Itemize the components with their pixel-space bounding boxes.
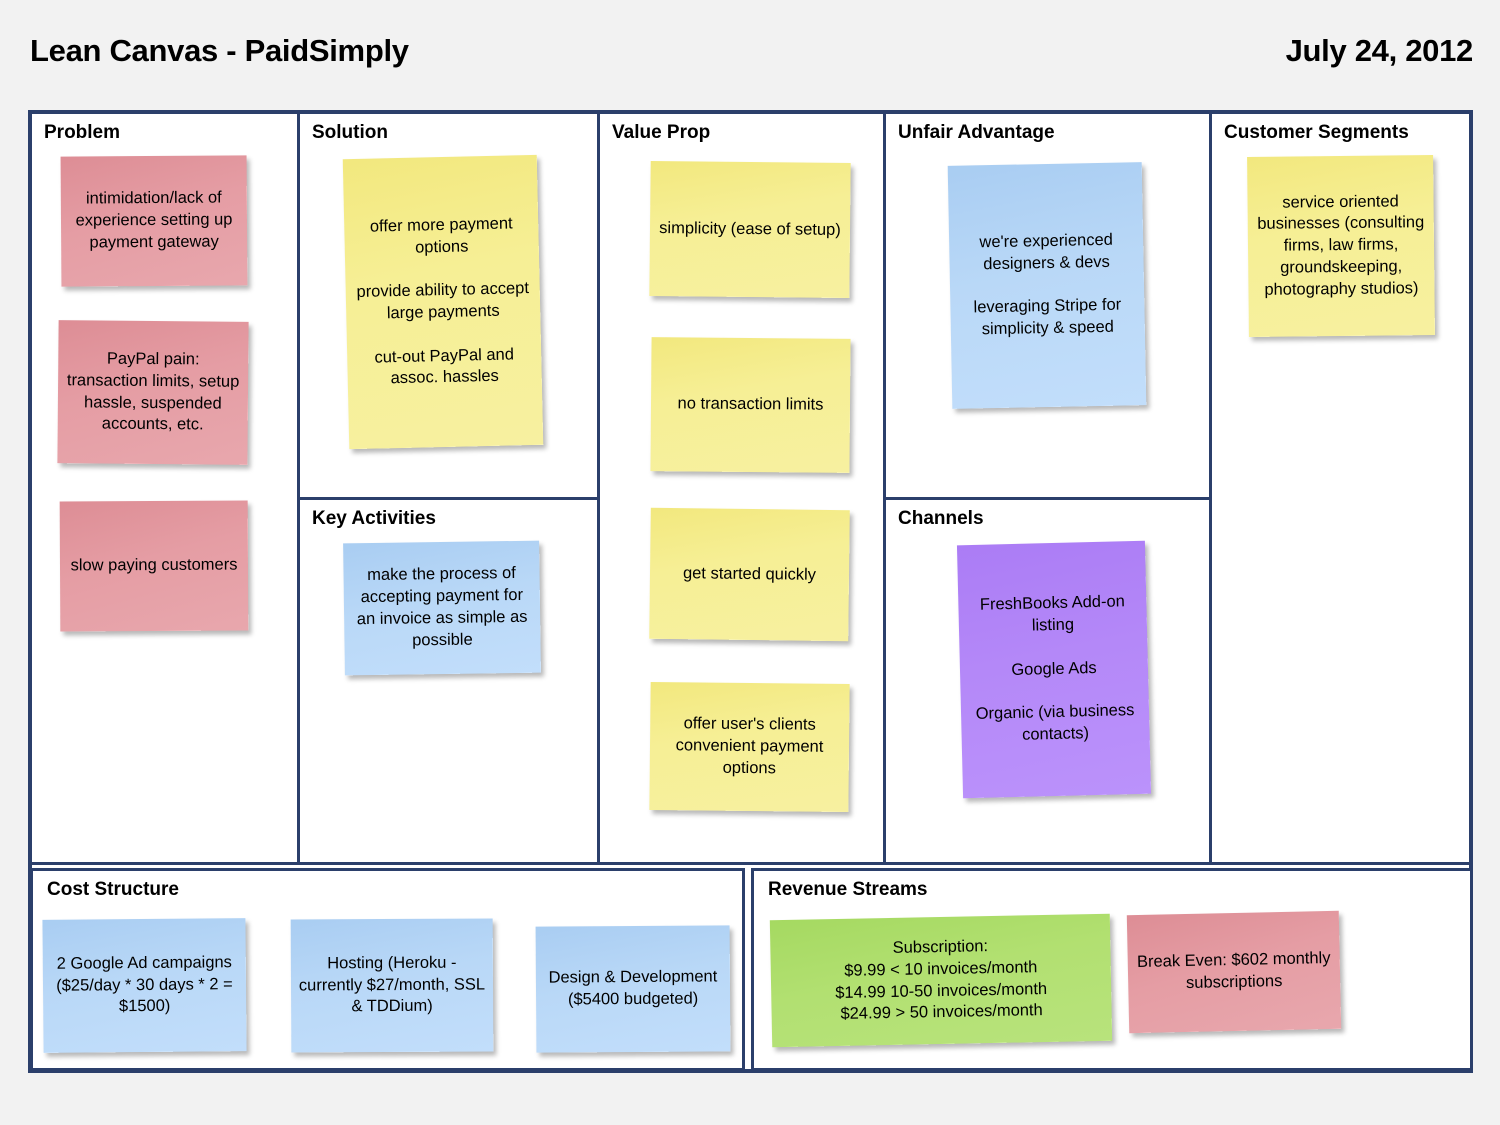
sticky-note[interactable]: Subscription: $9.99 < 10 invoices/month …: [769, 913, 1113, 1048]
sticky-note-text: Break Even: $602 monthly subscriptions: [1136, 949, 1331, 993]
sticky-note[interactable]: offer more payment options provide abili…: [342, 154, 544, 450]
sticky-note[interactable]: simplicity (ease of setup): [649, 160, 851, 299]
sticky-note[interactable]: Break Even: $602 monthly subscriptions: [1126, 910, 1342, 1034]
page-header: Lean Canvas - PaidSimply July 24, 2012: [30, 18, 1473, 84]
sticky-note-text: simplicity (ease of setup): [659, 218, 841, 239]
sticky-note[interactable]: Design & Development ($5400 budgeted): [535, 925, 731, 1053]
section-value-prop: Value Prop simplicity (ease of setup) no…: [600, 114, 883, 862]
sticky-note-text: slow paying customers: [70, 555, 238, 575]
sticky-note-text: offer more payment options provide abili…: [356, 214, 530, 388]
sticky-note[interactable]: FreshBooks Add-on listing Google Ads Org…: [956, 540, 1152, 799]
section-cost-structure: Cost Structure 2 Google Ad campaigns ($2…: [30, 868, 745, 1071]
sticky-note-text: offer user's clients convenient payment …: [675, 714, 824, 778]
sticky-note-text: Subscription: $9.99 < 10 invoices/month …: [835, 937, 1048, 1024]
section-unfair-advantage: Unfair Advantage we're experienced desig…: [886, 114, 1209, 497]
section-customer-segments: Customer Segments service oriented busin…: [1212, 114, 1469, 862]
sticky-note-text: intimidation/lack of experience setting …: [75, 188, 233, 252]
sticky-note[interactable]: slow paying customers: [59, 500, 249, 632]
section-title-unfair-advantage: Unfair Advantage: [898, 122, 1055, 143]
section-problem: Problem intimidation/lack of experience …: [32, 114, 297, 862]
section-title-cost-structure: Cost Structure: [47, 879, 179, 900]
section-channels: Channels FreshBooks Add-on listing Googl…: [886, 500, 1209, 862]
sticky-note-text: get started quickly: [682, 563, 817, 584]
section-title-revenue-streams: Revenue Streams: [768, 879, 928, 900]
section-title-key-activities: Key Activities: [312, 508, 436, 529]
main-bottom-divider: [32, 862, 1469, 865]
sticky-note-text: we're experienced designers & devs lever…: [973, 230, 1122, 339]
sticky-note[interactable]: PayPal pain: transaction limits, setup h…: [57, 320, 249, 465]
sticky-note[interactable]: no transaction limits: [650, 337, 851, 473]
sticky-note-text: make the process of accepting payment fo…: [356, 564, 528, 650]
sticky-note[interactable]: make the process of accepting payment fo…: [343, 540, 541, 676]
section-title-channels: Channels: [898, 508, 984, 529]
sticky-note[interactable]: Hosting (Heroku - currently $27/month, S…: [290, 918, 494, 1053]
sticky-note-text: Hosting (Heroku - currently $27/month, S…: [298, 953, 486, 1016]
page-title: Lean Canvas - PaidSimply: [30, 33, 409, 68]
sticky-note[interactable]: 2 Google Ad campaigns ($25/day * 30 days…: [42, 918, 247, 1053]
page-date: July 24, 2012: [1285, 33, 1474, 68]
sticky-note[interactable]: get started quickly: [649, 507, 850, 642]
section-title-problem: Problem: [44, 122, 121, 143]
section-revenue-streams: Revenue Streams Subscription: $9.99 < 10…: [751, 868, 1473, 1071]
sticky-note-text: Design & Development ($5400 budgeted): [548, 967, 718, 1009]
sticky-note[interactable]: we're experienced designers & devs lever…: [947, 162, 1147, 409]
section-title-value-prop: Value Prop: [612, 122, 711, 143]
sticky-note-text: PayPal pain: transaction limits, setup h…: [66, 349, 240, 434]
section-solution: Solution offer more payment options prov…: [300, 114, 597, 497]
section-title-solution: Solution: [312, 122, 388, 143]
sticky-note-text: FreshBooks Add-on listing Google Ads Org…: [975, 592, 1135, 744]
section-title-customer-segments: Customer Segments: [1224, 122, 1409, 143]
section-key-activities: Key Activities make the process of accep…: [300, 500, 597, 862]
sticky-note-text: 2 Google Ad campaigns ($25/day * 30 days…: [56, 953, 233, 1016]
sticky-note[interactable]: service oriented businesses (consulting …: [1247, 155, 1435, 337]
sticky-note[interactable]: intimidation/lack of experience setting …: [60, 155, 248, 287]
sticky-note[interactable]: offer user's clients convenient payment …: [649, 681, 850, 813]
sticky-note-text: service oriented businesses (consulting …: [1257, 191, 1425, 299]
sticky-note-text: no transaction limits: [677, 394, 824, 414]
